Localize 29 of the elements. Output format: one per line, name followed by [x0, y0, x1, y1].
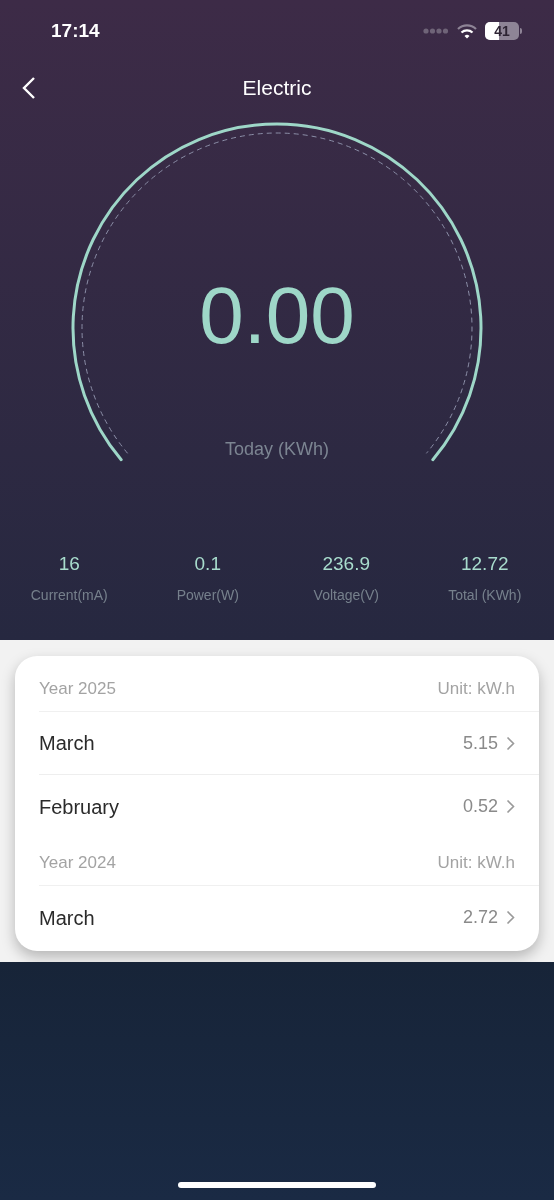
stat-label: Voltage(V)	[313, 585, 379, 605]
unit-label: Unit: kW.h	[437, 851, 515, 874]
month-name: February	[39, 794, 120, 820]
gauge-label: Today (KWh)	[224, 438, 329, 461]
stat-value: 16	[58, 552, 80, 576]
gauge-value: 0.00	[199, 276, 355, 356]
cellular-signal-icon	[423, 28, 449, 34]
month-row[interactable]: February 0.52	[39, 775, 539, 838]
chevron-right-icon	[506, 910, 515, 925]
year-heading: Year 2024	[39, 851, 116, 874]
stat-value: 0.1	[194, 552, 221, 576]
stat-label: Total (KWh)	[448, 585, 522, 605]
wifi-icon	[457, 23, 477, 39]
chevron-right-icon	[506, 799, 515, 814]
stat-value: 12.72	[460, 552, 509, 576]
month-value: 0.52	[462, 795, 498, 818]
unit-label: Unit: kW.h	[437, 677, 515, 700]
month-name: March	[39, 731, 95, 756]
month-row[interactable]: March 2.72	[39, 886, 539, 949]
page-title: Electric	[242, 75, 312, 102]
month-name: March	[39, 905, 95, 931]
stat-label: Current(mA)	[30, 585, 108, 605]
chevron-right-icon	[506, 735, 515, 751]
status-time: 17:14	[51, 18, 100, 43]
stat-value: 236.9	[322, 552, 370, 576]
month-value: 5.15	[462, 731, 498, 755]
stat-label: Power(W)	[176, 585, 239, 605]
year-heading: Year 2025	[39, 677, 116, 700]
month-value: 2.72	[462, 906, 498, 929]
